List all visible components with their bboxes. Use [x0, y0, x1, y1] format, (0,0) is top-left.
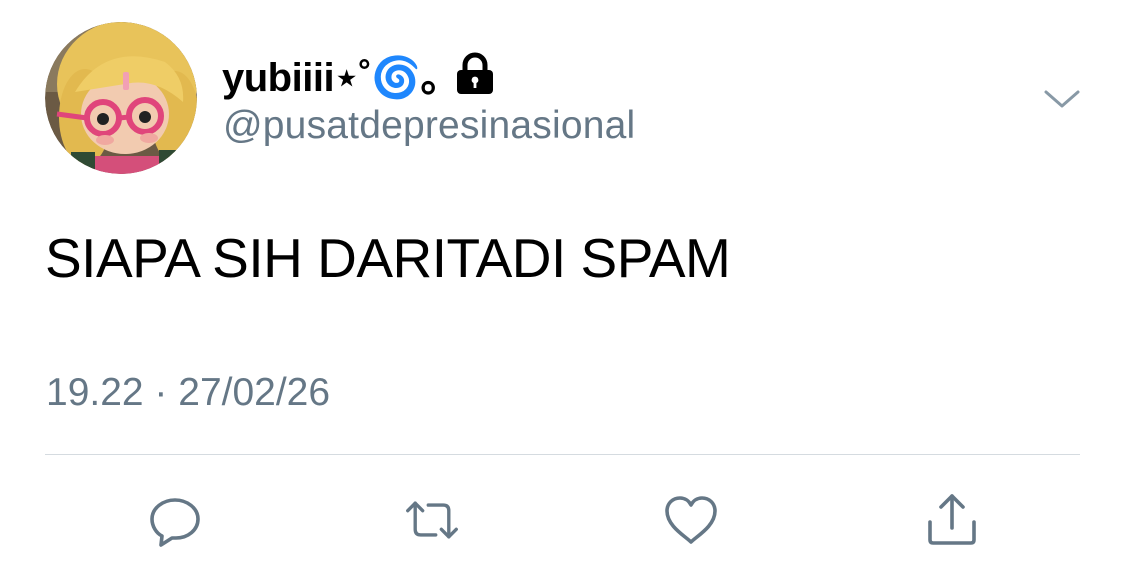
divider: [45, 454, 1080, 455]
heart-icon: [665, 496, 717, 544]
avatar-image: [45, 22, 197, 174]
share-icon: [928, 494, 976, 545]
like-button[interactable]: [661, 490, 721, 550]
retweet-icon: [406, 501, 458, 539]
display-name[interactable]: yubiiii⋆˚🌀｡: [222, 45, 441, 103]
tweet-text: SIAPA SIH DARITADI SPAM: [45, 227, 731, 289]
reply-button[interactable]: [145, 490, 205, 550]
timestamp[interactable]: 19.22 · 27/02/26: [46, 371, 330, 415]
user-handle[interactable]: @pusatdepresinasional: [223, 104, 635, 148]
lock-icon: [454, 52, 496, 96]
retweet-button[interactable]: [402, 490, 462, 550]
chevron-down-icon[interactable]: [1040, 84, 1084, 114]
avatar[interactable]: [45, 22, 197, 174]
share-button[interactable]: [922, 490, 982, 550]
reply-icon: [150, 498, 200, 547]
display-name-row[interactable]: yubiiii⋆˚🌀｡: [222, 46, 496, 102]
